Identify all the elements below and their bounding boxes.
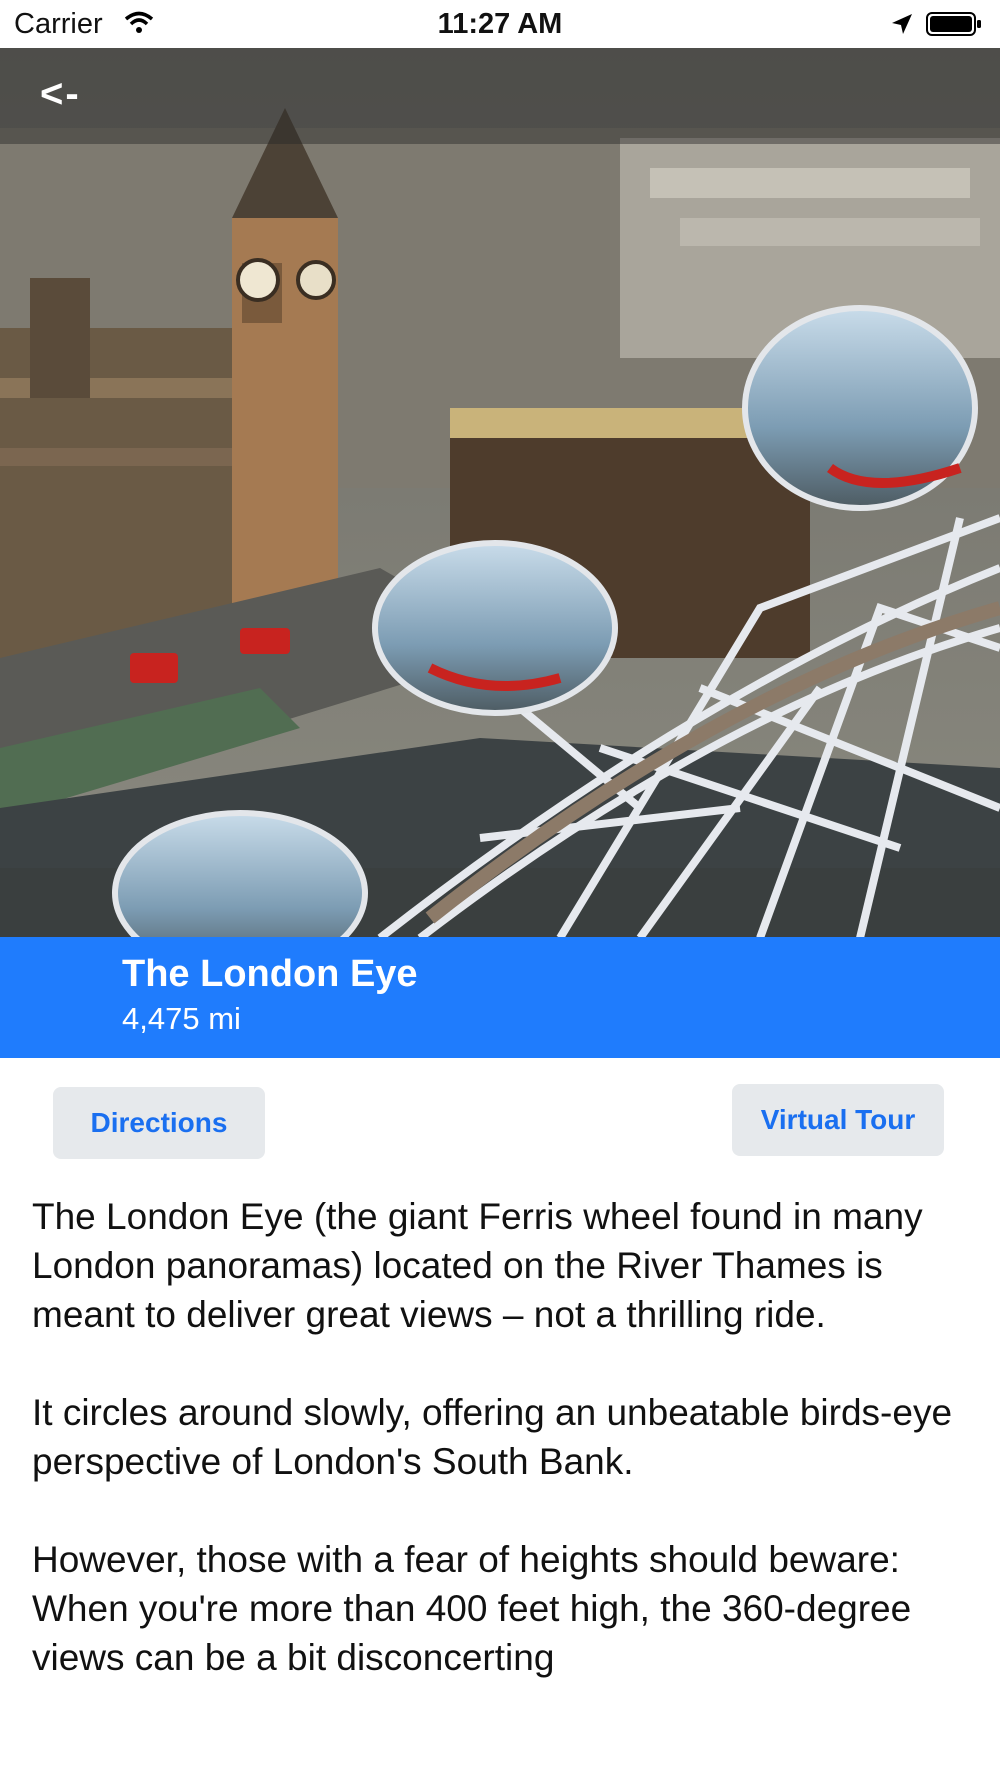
description-text: The London Eye (the giant Ferris wheel f… xyxy=(32,1192,982,1731)
description-paragraph: However, those with a fear of heights sh… xyxy=(32,1539,912,1678)
virtual-tour-button[interactable]: Virtual Tour xyxy=(732,1084,944,1156)
place-name: The London Eye xyxy=(122,953,418,995)
status-bar: Carrier 11:27 AM xyxy=(0,0,1000,48)
battery-icon xyxy=(926,12,981,36)
description-paragraph: The London Eye (the giant Ferris wheel f… xyxy=(32,1196,923,1335)
hero-image xyxy=(0,48,1000,938)
location-arrow-icon xyxy=(892,14,912,34)
back-button[interactable]: <- xyxy=(40,72,81,117)
directions-button[interactable]: Directions xyxy=(53,1087,265,1159)
description-paragraph: It circles around slowly, offering an un… xyxy=(32,1392,953,1482)
place-header: The London Eye 4,475 mi xyxy=(0,937,1000,1058)
london-eye-photo xyxy=(0,48,1000,938)
place-distance: 4,475 mi xyxy=(122,1001,241,1036)
status-time: 11:27 AM xyxy=(437,8,563,40)
navigation-bar: <- xyxy=(0,48,1000,144)
